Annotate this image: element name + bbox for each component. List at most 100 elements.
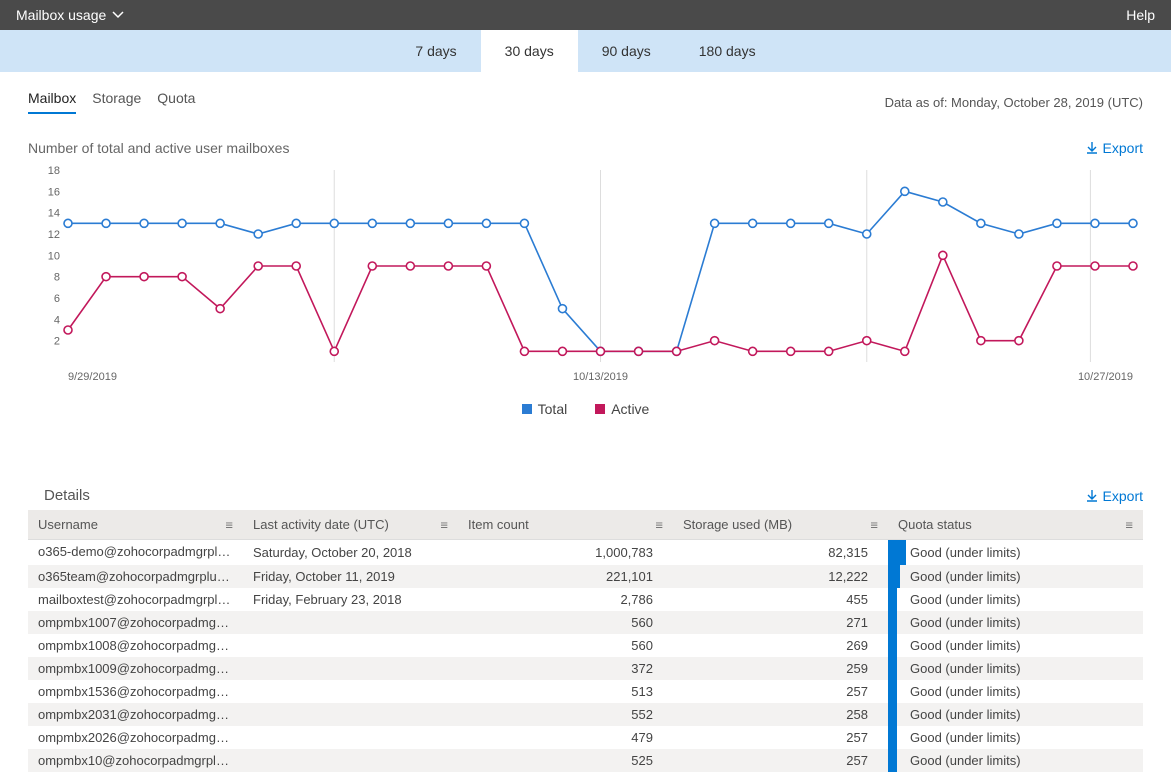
export-table-button[interactable]: Export xyxy=(1085,488,1143,504)
details-title: Details xyxy=(44,487,90,504)
cell-items: 2,786 xyxy=(458,588,673,611)
cell-storage: 455 xyxy=(673,588,888,611)
cell-last: Friday, October 11, 2019 xyxy=(243,565,458,588)
svg-text:10/13/2019: 10/13/2019 xyxy=(573,371,628,383)
tab-90-days[interactable]: 90 days xyxy=(578,30,675,72)
cell-username: ompmbx1007@zohocorpadmgrplus.o... xyxy=(28,611,243,634)
cell-username: o365team@zohocorpadmgrplus.onmi... xyxy=(28,565,243,588)
cell-username: ompmbx1008@zohocorpadmgrplus.o... xyxy=(28,634,243,657)
tab-30-days[interactable]: 30 days xyxy=(481,30,578,72)
svg-text:16: 16 xyxy=(48,186,60,198)
table-row[interactable]: o365-demo@zohocorpadmgrplus.onmicros...S… xyxy=(28,540,1143,565)
cell-quota: Good (under limits) xyxy=(888,657,1143,680)
cell-last: Friday, February 23, 2018 xyxy=(243,588,458,611)
export-label: Export xyxy=(1103,140,1143,156)
tab-quota[interactable]: Quota xyxy=(157,90,195,114)
legend-active: Active xyxy=(595,401,649,417)
cell-quota: Good (under limits) xyxy=(888,588,1143,611)
col-menu-icon[interactable]: ≡ xyxy=(655,517,663,532)
col-last-activity[interactable]: Last activity date (UTC)≡ xyxy=(243,510,458,540)
download-icon xyxy=(1085,141,1099,155)
cell-items: 560 xyxy=(458,634,673,657)
tab-180-days[interactable]: 180 days xyxy=(675,30,780,72)
col-username[interactable]: Username≡ xyxy=(28,510,243,540)
cell-storage: 271 xyxy=(673,611,888,634)
page-menu[interactable]: Mailbox usage xyxy=(16,7,124,23)
table-row[interactable]: ompmbx1008@zohocorpadmgrplus.o... 560269G… xyxy=(28,634,1143,657)
cell-quota: Good (under limits) xyxy=(888,680,1143,703)
cell-last: Saturday, October 20, 2018 xyxy=(243,540,458,565)
cell-storage: 82,315 xyxy=(673,540,888,565)
chevron-down-icon xyxy=(112,9,124,21)
table-row[interactable]: mailboxtest@zohocorpadmgrplus.on...Frida… xyxy=(28,588,1143,611)
cell-items: 560 xyxy=(458,611,673,634)
svg-text:10: 10 xyxy=(48,250,60,262)
svg-text:12: 12 xyxy=(48,229,60,241)
cell-items: 525 xyxy=(458,749,673,772)
cell-last xyxy=(243,703,458,726)
cell-username: o365-demo@zohocorpadmgrplus.onmicros... xyxy=(28,540,243,565)
table-row[interactable]: ompmbx1009@zohocorpadmgrplus.o... 372259G… xyxy=(28,657,1143,680)
col-quota[interactable]: Quota status≡ xyxy=(888,510,1143,540)
legend-total: Total xyxy=(522,401,568,417)
report-subtabs: Mailbox Storage Quota xyxy=(28,90,195,114)
cell-items: 513 xyxy=(458,680,673,703)
cell-items: 221,101 xyxy=(458,565,673,588)
cell-quota: Good (under limits) xyxy=(888,749,1143,772)
col-menu-icon[interactable]: ≡ xyxy=(440,517,448,532)
tab-storage[interactable]: Storage xyxy=(92,90,141,114)
cell-username: mailboxtest@zohocorpadmgrplus.on... xyxy=(28,588,243,611)
help-link[interactable]: Help xyxy=(1126,7,1155,23)
top-bar: Mailbox usage Help xyxy=(0,0,1171,30)
cell-username: ompmbx1536@zohocorpadmgrplus.o... xyxy=(28,680,243,703)
cell-storage: 259 xyxy=(673,657,888,680)
export-label: Export xyxy=(1103,488,1143,504)
data-as-of: Data as of: Monday, October 28, 2019 (UT… xyxy=(885,95,1143,110)
cell-storage: 269 xyxy=(673,634,888,657)
tab-7-days[interactable]: 7 days xyxy=(391,30,480,72)
cell-last xyxy=(243,680,458,703)
svg-text:4: 4 xyxy=(54,314,60,326)
svg-text:14: 14 xyxy=(48,208,60,220)
col-menu-icon[interactable]: ≡ xyxy=(1125,517,1133,532)
col-menu-icon[interactable]: ≡ xyxy=(870,517,878,532)
cell-items: 479 xyxy=(458,726,673,749)
svg-text:6: 6 xyxy=(54,293,60,305)
table-row[interactable]: ompmbx1007@zohocorpadmgrplus.o... 560271G… xyxy=(28,611,1143,634)
svg-text:10/27/2019: 10/27/2019 xyxy=(1078,371,1133,383)
cell-items: 372 xyxy=(458,657,673,680)
cell-username: ompmbx1009@zohocorpadmgrplus.o... xyxy=(28,657,243,680)
col-menu-icon[interactable]: ≡ xyxy=(225,517,233,532)
cell-quota: Good (under limits) xyxy=(888,611,1143,634)
table-row[interactable]: ompmbx10@zohocorpadmgrplus.on...525257Go… xyxy=(28,749,1143,772)
chart-title: Number of total and active user mailboxe… xyxy=(28,140,289,156)
cell-last xyxy=(243,634,458,657)
cell-last xyxy=(243,657,458,680)
cell-last xyxy=(243,726,458,749)
table-row[interactable]: o365team@zohocorpadmgrplus.onmi...Friday… xyxy=(28,565,1143,588)
cell-quota: Good (under limits) xyxy=(888,634,1143,657)
tab-mailbox[interactable]: Mailbox xyxy=(28,90,76,114)
svg-text:9/29/2019: 9/29/2019 xyxy=(68,371,117,383)
mailbox-chart: 246810121416189/29/201910/13/201910/27/2… xyxy=(28,162,1143,392)
cell-quota: Good (under limits) xyxy=(888,703,1143,726)
cell-last xyxy=(243,749,458,772)
svg-text:2: 2 xyxy=(54,336,60,348)
date-range-tabs: 7 days 30 days 90 days 180 days xyxy=(0,30,1171,72)
col-item-count[interactable]: Item count≡ xyxy=(458,510,673,540)
col-storage[interactable]: Storage used (MB)≡ xyxy=(673,510,888,540)
export-chart-button[interactable]: Export xyxy=(1085,140,1143,156)
details-table: Username≡ Last activity date (UTC)≡ Item… xyxy=(28,510,1143,772)
download-icon xyxy=(1085,489,1099,503)
table-row[interactable]: ompmbx1536@zohocorpadmgrplus.o... 513257G… xyxy=(28,680,1143,703)
cell-quota: Good (under limits) xyxy=(888,565,1143,588)
table-row[interactable]: ompmbx2026@zohocorpadmgrplus.o...479257G… xyxy=(28,726,1143,749)
cell-storage: 257 xyxy=(673,680,888,703)
table-row[interactable]: ompmbx2031@zohocorpadmgrplus.o...552258G… xyxy=(28,703,1143,726)
cell-username: ompmbx2026@zohocorpadmgrplus.o... xyxy=(28,726,243,749)
page-title: Mailbox usage xyxy=(16,7,106,23)
svg-text:18: 18 xyxy=(48,165,60,177)
cell-storage: 12,222 xyxy=(673,565,888,588)
cell-items: 552 xyxy=(458,703,673,726)
cell-items: 1,000,783 xyxy=(458,540,673,565)
